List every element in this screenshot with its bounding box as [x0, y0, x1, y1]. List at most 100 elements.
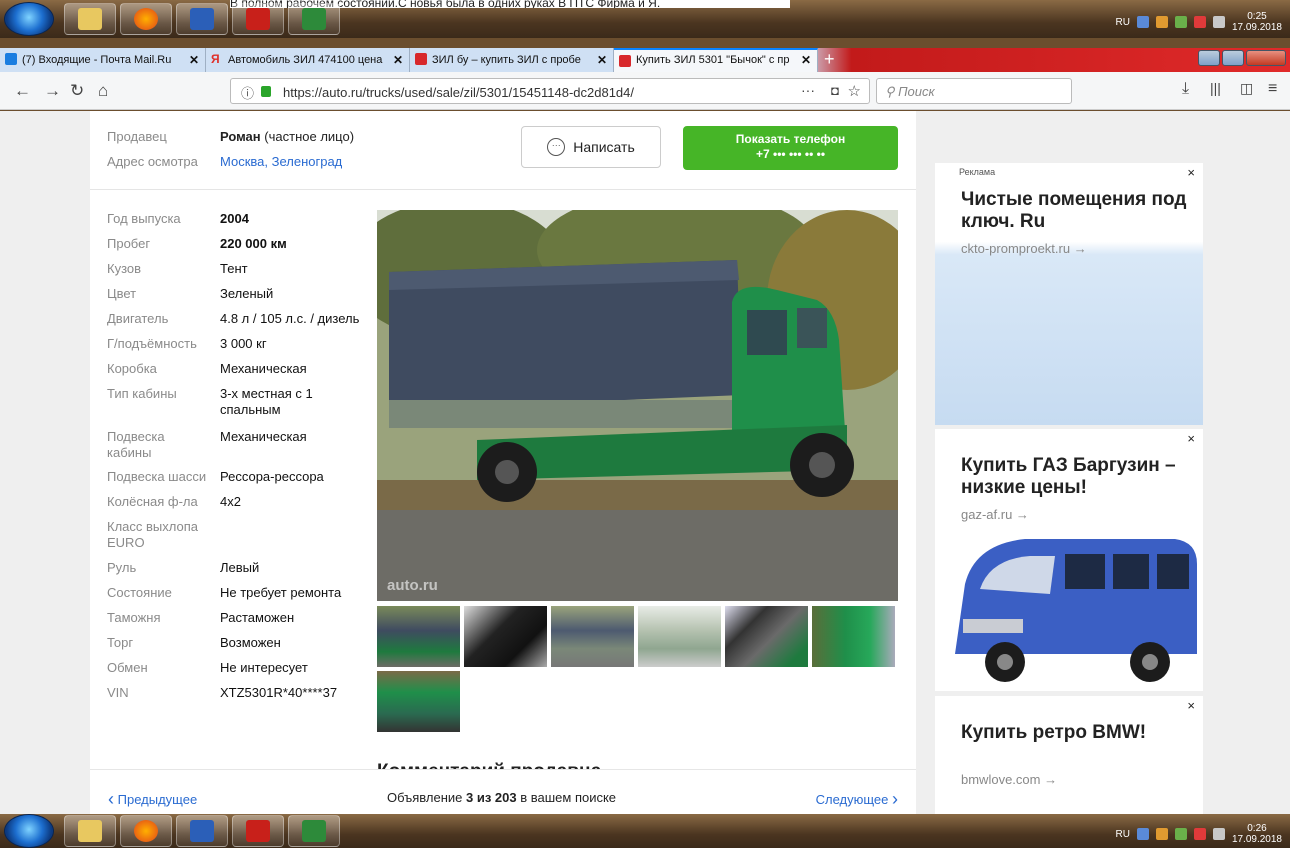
phone-masked: +7 ••• ••• •• ••: [755, 147, 826, 161]
page-actions-icon[interactable]: ···: [801, 82, 815, 98]
search-input[interactable]: ⚲ Поиск: [876, 78, 1072, 104]
tray-app-icon-2[interactable]: [1174, 828, 1187, 840]
acrobat-taskbar-button[interactable]: [232, 3, 284, 35]
spec-value: 2004: [220, 211, 249, 226]
close-ad-icon[interactable]: ×: [1187, 431, 1195, 446]
close-ad-icon[interactable]: ×: [1187, 165, 1195, 180]
tab-zil-5301-active[interactable]: Купить ЗИЛ 5301 "Бычок" с пр ✕: [614, 48, 818, 72]
language-indicator[interactable]: RU: [1115, 17, 1129, 28]
thumbnail-6[interactable]: [812, 606, 895, 667]
thumbnail-3[interactable]: [551, 606, 634, 667]
ad-domain[interactable]: gaz-af.ru →: [961, 507, 1029, 522]
acrobat-taskbar-button[interactable]: [232, 815, 284, 847]
system-tray: RU 0:26 17.09.2018: [1115, 823, 1282, 845]
close-tab-icon[interactable]: ✕: [393, 48, 403, 72]
bookmark-star-icon[interactable]: ☆: [848, 82, 861, 100]
clock-date: 17.09.2018: [1231, 834, 1282, 845]
explorer-taskbar-button[interactable]: [64, 3, 116, 35]
clock[interactable]: 0:26 17.09.2018: [1232, 823, 1282, 845]
clock-time: 0:26: [1247, 823, 1267, 834]
maximize-button[interactable]: [1222, 50, 1244, 66]
thumbnail-1[interactable]: [377, 606, 460, 667]
url-bar[interactable]: ⓘ https://auto.ru/trucks/used/sale/zil/5…: [230, 78, 870, 104]
ad-retro-bmw[interactable]: × Купить ретро BMW! bmwlove.com →: [935, 696, 1203, 814]
tab-yandex[interactable]: Я Автомобиль ЗИЛ 474100 цена ✕: [206, 48, 410, 72]
firefox-taskbar-button[interactable]: [120, 815, 172, 847]
tab-mail[interactable]: (7) Входящие - Почта Mail.Ru ✕: [0, 48, 206, 72]
tab-label: (7) Входящие - Почта Mail.Ru: [22, 54, 172, 66]
volume-icon[interactable]: [1212, 828, 1225, 840]
minimize-button[interactable]: [1198, 50, 1220, 66]
spec-label: Подвеска шасси: [107, 469, 207, 484]
address-link[interactable]: Москва, Зеленоград: [220, 154, 342, 169]
close-window-button[interactable]: [1246, 50, 1286, 66]
start-button[interactable]: [4, 814, 54, 848]
thumbnail-5[interactable]: [725, 606, 808, 667]
download-icon[interactable]: ⤓: [1182, 80, 1189, 98]
ad-clean-rooms[interactable]: Реклама × Чистые помещения под ключ. Ru …: [935, 163, 1203, 425]
spec-label: Двигатель: [107, 311, 169, 326]
url-text[interactable]: https://auto.ru/trucks/used/sale/zil/530…: [283, 85, 634, 100]
spec-value: Зеленый: [220, 286, 274, 301]
main-photo[interactable]: auto.ru: [377, 210, 898, 601]
ad-gaz-barguzin[interactable]: × Купить ГАЗ Баргузин – низкие цены! gaz…: [935, 429, 1203, 691]
start-button[interactable]: [4, 2, 54, 36]
thumbnail-7[interactable]: [377, 671, 460, 732]
network-icon[interactable]: [1136, 16, 1149, 28]
excel-taskbar-button[interactable]: [288, 3, 340, 35]
show-phone-button[interactable]: Показать телефон +7 ••• ••• •• ••: [683, 126, 898, 170]
flag-icon[interactable]: [1193, 16, 1206, 28]
flag-icon[interactable]: [1193, 828, 1206, 840]
excel-taskbar-button[interactable]: [288, 815, 340, 847]
excel-icon: [302, 820, 326, 842]
network-icon[interactable]: [1136, 828, 1149, 840]
spec-value: Механическая: [220, 429, 307, 444]
prev-link[interactable]: ‹ Предыдущее: [108, 788, 197, 809]
spec-value: 4x2: [220, 494, 241, 509]
forward-arrow-icon[interactable]: →: [44, 81, 61, 101]
ad-title[interactable]: Купить ГАЗ Баргузин – низкие цены!: [961, 455, 1191, 499]
close-ad-icon[interactable]: ×: [1187, 698, 1195, 713]
van-image: [955, 539, 1197, 682]
firefox-icon: [134, 8, 158, 30]
word-taskbar-button[interactable]: [176, 815, 228, 847]
write-button-label: Написать: [573, 139, 635, 155]
reload-icon[interactable]: ↻: [70, 81, 84, 101]
ad-domain[interactable]: ckto-promproekt.ru →: [961, 241, 1087, 256]
ad-title[interactable]: Чистые помещения под ключ. Ru: [961, 189, 1191, 233]
explorer-taskbar-button[interactable]: [64, 815, 116, 847]
lock-icon[interactable]: [261, 86, 271, 97]
library-icon[interactable]: |||: [1210, 80, 1221, 96]
pocket-icon[interactable]: ◘: [831, 83, 839, 98]
tray-app-icon[interactable]: [1155, 828, 1168, 840]
tab-zil-used[interactable]: ЗИЛ бу – купить ЗИЛ с пробе ✕: [410, 48, 614, 72]
spec-value: Тент: [220, 261, 248, 276]
clock[interactable]: 0:25 17.09.2018: [1232, 11, 1282, 33]
new-tab-button[interactable]: +: [824, 48, 835, 70]
write-message-button[interactable]: ··· Написать: [521, 126, 661, 168]
spec-value: Возможен: [220, 635, 281, 650]
ad-domain[interactable]: bmwlove.com →: [961, 772, 1057, 787]
chat-icon: ···: [547, 138, 566, 156]
language-indicator[interactable]: RU: [1115, 829, 1129, 840]
close-tab-icon[interactable]: ✕: [189, 48, 199, 72]
close-tab-icon[interactable]: ✕: [801, 50, 811, 70]
thumbnail-2[interactable]: [464, 606, 547, 667]
next-link[interactable]: Следующее ›: [816, 788, 898, 809]
firefox-taskbar-button[interactable]: [120, 3, 172, 35]
info-icon[interactable]: ⓘ: [241, 83, 254, 102]
home-icon[interactable]: ⌂: [98, 81, 108, 101]
word-taskbar-button[interactable]: [176, 3, 228, 35]
tray-app-icon[interactable]: [1155, 16, 1168, 28]
thumbnail-4[interactable]: [638, 606, 721, 667]
menu-icon[interactable]: ≡: [1268, 80, 1277, 98]
spec-value: Рессора-рессора: [220, 469, 324, 484]
sidebar-icon[interactable]: ◫: [1240, 80, 1253, 97]
folder-icon: [78, 8, 102, 30]
watermark: auto.ru: [387, 577, 438, 594]
back-arrow-icon[interactable]: ←: [14, 81, 31, 101]
close-tab-icon[interactable]: ✕: [597, 48, 607, 72]
ad-title[interactable]: Купить ретро BMW!: [961, 722, 1201, 744]
volume-icon[interactable]: [1212, 16, 1225, 28]
tray-app-icon-2[interactable]: [1174, 16, 1187, 28]
